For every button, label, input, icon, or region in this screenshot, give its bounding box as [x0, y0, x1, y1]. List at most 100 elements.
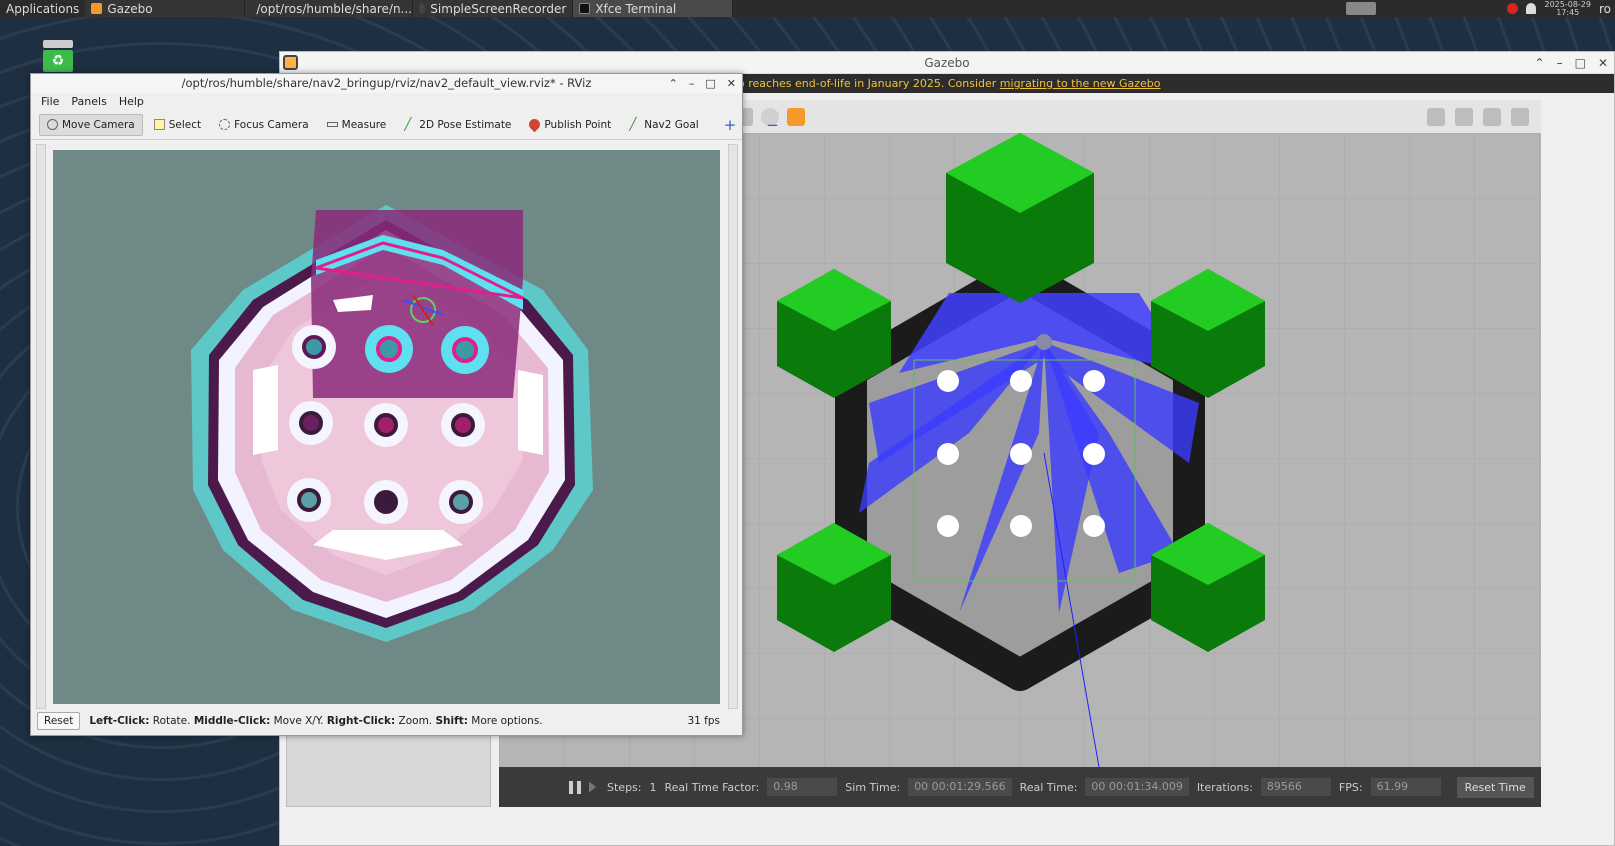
real-time-label: Real Time:	[1019, 780, 1078, 794]
chevron-up-icon[interactable]: ⌃	[669, 74, 678, 93]
middle-click-desc: Move X/Y.	[270, 715, 327, 727]
clock-time: 17:45	[1556, 7, 1580, 17]
menu-help[interactable]: Help	[119, 93, 144, 110]
sim-time-label: Sim Time:	[845, 780, 901, 794]
gazebo-titlebar[interactable]: Gazebo ⌃ – □ ✕	[280, 52, 1614, 74]
maximize-icon[interactable]: □	[1575, 52, 1586, 74]
view-angle-icon[interactable]	[787, 107, 805, 126]
left-click-hint: Left-Click:	[89, 715, 150, 727]
tool-label: Nav2 Goal	[644, 118, 699, 131]
task-label: Gazebo	[107, 1, 153, 16]
task-rviz[interactable]: /opt/ros/humble/share/n...	[245, 0, 414, 17]
left-panel-collapse-handle[interactable]	[36, 144, 46, 709]
screenshot-camera-icon[interactable]	[1427, 107, 1445, 126]
select-icon	[153, 119, 165, 130]
measure-tool[interactable]: Measure	[320, 115, 394, 135]
tool-label: Select	[168, 118, 202, 131]
remove-tool-icon[interactable]: −	[766, 116, 779, 134]
migration-link[interactable]: migrating to the new Gazebo	[1000, 77, 1161, 90]
tool-label: Focus Camera	[234, 118, 309, 131]
task-label: Xfce Terminal	[595, 1, 677, 16]
task-terminal[interactable]: Xfce Terminal	[573, 0, 734, 17]
tool-label: Move Camera	[62, 118, 135, 131]
task-label: SimpleScreenRecorder	[430, 1, 567, 16]
top-panel: Applications Gazebo /opt/ros/humble/shar…	[0, 0, 1615, 17]
add-tool-icon[interactable]: +	[724, 116, 737, 134]
task-screen-recorder[interactable]: SimpleScreenRecorder	[413, 0, 574, 17]
focus-camera-tool[interactable]: Focus Camera	[212, 115, 316, 135]
log-icon[interactable]	[1455, 107, 1473, 126]
steps-label: Steps:	[607, 780, 642, 794]
user-menu[interactable]: ro	[1599, 2, 1611, 16]
steps-value[interactable]: 1	[649, 781, 656, 794]
right-panel-collapse-handle[interactable]	[728, 144, 738, 709]
fps-label: FPS:	[1338, 780, 1363, 794]
terminal-icon	[579, 3, 591, 14]
rviz-3d-view[interactable]	[53, 150, 720, 704]
notification-bell-icon[interactable]	[1526, 3, 1537, 14]
gazebo-title: Gazebo	[924, 56, 970, 70]
tray-app-icon[interactable]	[1346, 2, 1377, 15]
right-click-hint: Right-Click:	[326, 715, 396, 727]
nav2-goal-icon: ╱	[629, 117, 637, 131]
reset-button[interactable]: Reset	[37, 712, 81, 730]
middle-click-hint: Middle-Click:	[193, 715, 271, 727]
costmap-render	[53, 150, 720, 704]
recorder-icon	[419, 3, 426, 14]
move-camera-tool[interactable]: Move Camera	[39, 113, 143, 136]
pose-estimate-icon: ╱	[404, 117, 412, 131]
nav2-goal-tool[interactable]: ╱ Nav2 Goal	[622, 115, 705, 135]
right-click-desc: Zoom.	[395, 715, 436, 727]
shift-desc: More options.	[467, 715, 543, 727]
move-camera-icon	[47, 119, 58, 130]
gazebo-side-panel	[286, 732, 491, 807]
reset-time-button[interactable]: Reset Time	[1456, 776, 1534, 798]
rviz-status-bar: Reset Left-Click: Rotate. Middle-Click: …	[31, 707, 742, 735]
task-gazebo[interactable]: Gazebo	[85, 0, 246, 17]
minimize-icon[interactable]: –	[1557, 52, 1563, 74]
clock[interactable]: 2025-08-29 17:45	[1544, 0, 1591, 17]
tool-label: Measure	[341, 118, 387, 131]
gazebo-app-icon	[283, 55, 298, 70]
left-click-desc: Rotate.	[149, 715, 194, 727]
fps-value: 61.99	[1370, 778, 1441, 796]
applications-menu[interactable]: Applications	[0, 0, 85, 17]
tool-label: 2D Pose Estimate	[419, 118, 512, 131]
select-tool[interactable]: Select	[147, 115, 208, 135]
gazebo-icon	[91, 3, 103, 14]
minimize-icon[interactable]: –	[689, 74, 695, 93]
iterations-label: Iterations:	[1196, 780, 1253, 794]
rviz-titlebar[interactable]: /opt/ros/humble/share/nav2_bringup/rviz/…	[31, 74, 742, 93]
trash-desktop-icon[interactable]: ♻	[43, 40, 73, 74]
fps-readout: 31 fps	[687, 715, 720, 727]
pause-icon[interactable]	[569, 780, 581, 794]
chevron-up-icon[interactable]: ⌃	[1535, 52, 1545, 74]
shift-hint: Shift:	[435, 715, 468, 727]
focus-camera-icon	[219, 119, 231, 130]
rviz-menubar: File Panels Help	[31, 93, 742, 110]
tool-label: Publish Point	[544, 118, 612, 131]
gazebo-status-bar: Steps: 1 Real Time Factor: 0.98 Sim Time…	[499, 767, 1541, 807]
close-icon[interactable]: ✕	[727, 74, 736, 93]
publish-point-tool[interactable]: Publish Point	[522, 115, 618, 135]
plot-icon[interactable]	[1483, 107, 1501, 126]
measure-icon	[326, 122, 338, 127]
sim-time-value: 00 00:01:29.566	[908, 778, 1012, 796]
pose-estimate-tool[interactable]: ╱ 2D Pose Estimate	[397, 115, 518, 135]
video-record-icon[interactable]	[1511, 107, 1529, 126]
record-indicator-icon[interactable]	[1507, 3, 1519, 14]
task-label: /opt/ros/humble/share/n...	[256, 1, 413, 16]
real-time-value: 00 00:01:34.009	[1085, 778, 1189, 796]
rtf-label: Real Time Factor:	[664, 780, 760, 794]
banner-text: o reaches end-of-life in January 2025. C…	[738, 77, 1000, 90]
menu-panels[interactable]: Panels	[71, 93, 106, 110]
rviz-window: /opt/ros/humble/share/nav2_bringup/rviz/…	[30, 73, 779, 736]
menu-file[interactable]: File	[41, 93, 59, 110]
close-icon[interactable]: ✕	[1598, 52, 1608, 74]
publish-point-icon	[527, 116, 543, 133]
iterations-value: 89566	[1260, 778, 1331, 796]
rviz-title: /opt/ros/humble/share/nav2_bringup/rviz/…	[181, 76, 592, 90]
rtf-value: 0.98	[767, 778, 838, 796]
step-icon[interactable]	[589, 781, 596, 793]
maximize-icon[interactable]: □	[705, 74, 715, 93]
